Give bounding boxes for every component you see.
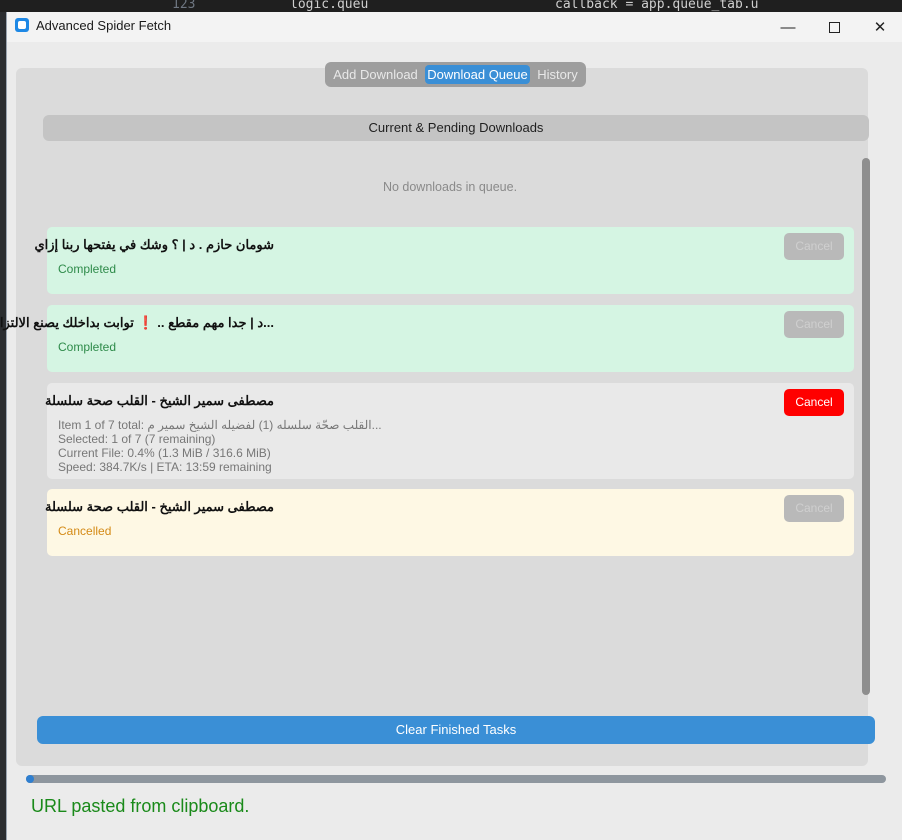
maximize-icon bbox=[828, 21, 840, 33]
queue-item-title: مصطفى سمير الشيخ - القلب صحة سلسلة bbox=[45, 499, 274, 514]
title-bar: Advanced Spider Fetch — ✕ bbox=[7, 12, 902, 42]
empty-queue-message: No downloads in queue. bbox=[382, 180, 518, 194]
background-editor: 123 logic.queu callback = app.queue_tab.… bbox=[0, 0, 902, 12]
queue-item-detail-speed: Speed: 384.7K/s | ETA: 13:59 remaining bbox=[58, 460, 272, 474]
queue-item-title: شومان حازم . د | ؟ وشك في يفتحها ربنا إز… bbox=[34, 237, 274, 252]
overall-progress-fill bbox=[26, 775, 34, 783]
queue-item-status: Completed bbox=[58, 262, 117, 276]
code-snippet-right: callback = app.queue_tab.u bbox=[555, 0, 759, 12]
minimize-button[interactable]: — bbox=[765, 12, 811, 42]
cancel-button[interactable]: Cancel bbox=[784, 311, 844, 338]
tab-history[interactable]: History bbox=[532, 65, 583, 84]
queue-item-title: مصطفى سمير الشيخ - القلب صحة سلسلة bbox=[45, 393, 274, 408]
app-window: Advanced Spider Fetch — ✕ Add Download D… bbox=[0, 12, 902, 840]
queue-item-title: ...د | جدا مهم مقطع .. ❗ توابت بداخلك يص… bbox=[0, 315, 274, 330]
close-button[interactable]: ✕ bbox=[857, 12, 902, 42]
queue-item-status: Completed bbox=[58, 340, 117, 354]
close-icon: ✕ bbox=[873, 19, 887, 36]
queue-item-detail-selected: Selected: 1 of 7 (7 remaining) bbox=[58, 432, 216, 446]
queue-item: مصطفى سمير الشيخ - القلب صحة سلسلة Cance… bbox=[45, 489, 854, 556]
app-icon bbox=[15, 18, 29, 32]
cancel-button[interactable]: Cancel bbox=[784, 495, 844, 522]
window-title: Advanced Spider Fetch bbox=[36, 18, 172, 33]
line-number: 123 bbox=[172, 0, 196, 12]
code-snippet-left: logic.queu bbox=[290, 0, 369, 12]
tab-download-queue[interactable]: Download Queue bbox=[425, 65, 530, 84]
overall-progress-bar bbox=[26, 775, 886, 783]
tab-bar: Add Download Download Queue History bbox=[325, 62, 586, 87]
tab-add-download[interactable]: Add Download bbox=[328, 65, 423, 84]
cancel-button[interactable]: Cancel bbox=[784, 233, 844, 260]
queue-item-detail-item: Item 1 of 7 total: القلب صحّة سلسله (1) … bbox=[58, 418, 382, 432]
queue-item-detail-current-file: Current File: 0.4% (1.3 MiB / 316.6 MiB) bbox=[58, 446, 271, 460]
clear-finished-button[interactable]: Clear Finished Tasks bbox=[37, 716, 875, 744]
queue-item: ...د | جدا مهم مقطع .. ❗ توابت بداخلك يص… bbox=[0, 305, 854, 372]
queue-scrollbar[interactable] bbox=[862, 158, 870, 695]
queue-item-active: مصطفى سمير الشيخ - القلب صحة سلسلة Cance… bbox=[45, 383, 854, 479]
minimize-icon: — bbox=[780, 18, 796, 36]
queue-item-status: Cancelled bbox=[58, 524, 112, 538]
maximize-button[interactable] bbox=[811, 12, 857, 42]
queue-header: Current & Pending Downloads bbox=[43, 115, 869, 141]
queue-item: شومان حازم . د | ؟ وشك في يفتحها ربنا إز… bbox=[34, 227, 854, 294]
status-message: URL pasted from clipboard. bbox=[31, 796, 250, 816]
cancel-button[interactable]: Cancel bbox=[784, 389, 844, 416]
